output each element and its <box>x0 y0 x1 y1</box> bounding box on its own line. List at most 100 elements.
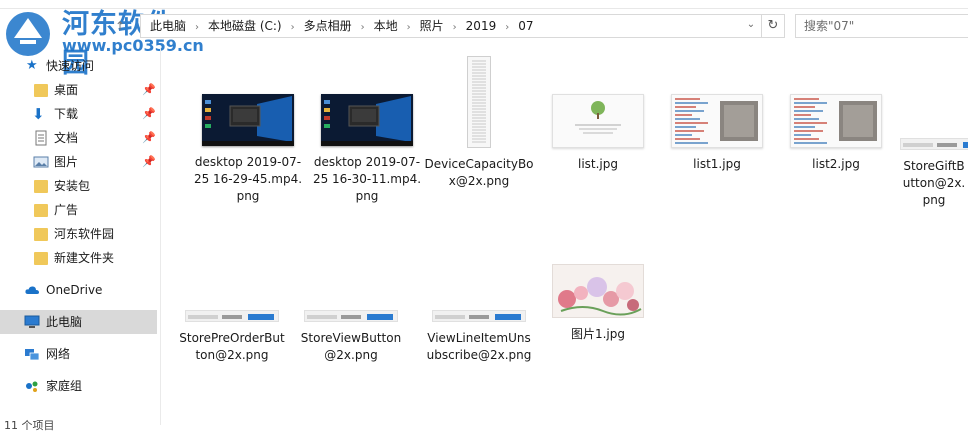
nav-quick-access[interactable]: ★ 快速访问 <box>0 54 157 78</box>
file-name: StorePreOrderButton@2x.png <box>179 331 285 362</box>
file-tile[interactable]: desktop 2019-07-25 16-29-45.mp4.png <box>193 94 303 205</box>
nav-item-label: 广告 <box>54 203 79 217</box>
tree-image-preview <box>575 101 621 134</box>
file-name: StoreViewButton@2x.png <box>300 331 402 362</box>
video-thumbnail <box>202 94 294 146</box>
folder-icon <box>34 228 48 241</box>
floral-image-preview <box>558 277 642 316</box>
nav-network-label: 网络 <box>46 347 71 361</box>
image-thumbnail <box>432 310 526 322</box>
file-tile[interactable]: list2.jpg <box>781 94 891 173</box>
up-arrow-icon[interactable]: ↑ <box>110 16 130 36</box>
file-name: desktop 2019-07-25 16-29-45.mp4.png <box>193 155 303 203</box>
computer-icon <box>24 315 40 328</box>
address-bar[interactable]: 此电脑 › 本地磁盘 (C:) › 多点相册 › 本地 › 照片 › 2019 › 07 <box>140 14 762 38</box>
pin-icon[interactable]: 📌 <box>142 78 156 102</box>
image-thumbnail <box>900 138 968 150</box>
nav-network[interactable]: 网络 <box>0 342 157 366</box>
breadcrumb-item[interactable]: 本地磁盘 (C:) <box>205 15 285 37</box>
folder-icon <box>34 204 48 217</box>
file-name: ViewLineItemUnsubscribe@2x.png <box>426 331 532 362</box>
breadcrumb-item[interactable]: 此电脑 <box>147 15 189 37</box>
refresh-button[interactable]: ↻ <box>762 14 785 38</box>
chevron-right-icon[interactable]: › <box>401 17 417 39</box>
folder-icon <box>34 180 48 193</box>
image-thumbnail <box>304 310 398 322</box>
homegroup-icon <box>26 381 38 392</box>
nav-item-5[interactable]: 安装包 <box>0 174 157 198</box>
breadcrumb-item[interactable]: 2019 <box>463 15 500 37</box>
nav-item-6[interactable]: 广告 <box>0 198 157 222</box>
image-thumbnail <box>552 264 644 318</box>
chevron-right-icon[interactable]: › <box>499 17 515 39</box>
nav-item-4[interactable]: 图片 📌 <box>0 150 157 174</box>
pin-icon[interactable]: 📌 <box>142 150 156 174</box>
chevron-right-icon[interactable]: › <box>285 17 301 39</box>
nav-item-7[interactable]: 河东软件园 <box>0 222 157 246</box>
pin-icon[interactable]: 📌 <box>142 126 156 150</box>
nav-item-8[interactable]: 新建文件夹 <box>0 246 157 270</box>
picture-icon <box>33 156 49 168</box>
nav-item-label: 安装包 <box>54 179 91 193</box>
folder-icon <box>34 252 48 265</box>
file-tile[interactable]: list1.jpg <box>662 94 772 173</box>
file-tile[interactable]: ViewLineItemUnsubscribe@2x.png <box>424 310 534 364</box>
chevron-right-icon[interactable]: › <box>189 17 205 39</box>
download-icon: ⬇ <box>32 105 45 123</box>
image-thumbnail <box>790 94 882 148</box>
star-icon: ★ <box>26 58 38 73</box>
nav-homegroup-label: 家庭组 <box>46 379 83 393</box>
breadcrumb-item[interactable]: 照片 <box>417 15 447 37</box>
network-icon <box>25 349 40 361</box>
tall-image-preview <box>472 60 486 143</box>
address-row: ↑ 此电脑 › 本地磁盘 (C:) › 多点相册 › 本地 › 照片 › 2019 › 07 ⌄ ↻ 搜… <box>0 10 968 42</box>
file-name: StoreGiftButton@2x.png <box>902 159 966 207</box>
nav-item-2[interactable]: ⬇ 下载 📌 <box>0 102 157 126</box>
file-tile[interactable]: desktop 2019-07-25 16-30-11.mp4.png <box>312 94 422 205</box>
nav-item-label: 新建文件夹 <box>54 251 115 265</box>
file-tile[interactable]: DeviceCapacityBox@2x.png <box>424 56 534 190</box>
file-tile[interactable]: 图片1.jpg <box>543 264 653 343</box>
nav-onedrive-label: OneDrive <box>46 283 103 297</box>
nav-homegroup[interactable]: 家庭组 <box>0 374 157 398</box>
address-dropdown-icon[interactable]: ⌄ <box>742 14 760 36</box>
nav-item-label: 桌面 <box>54 83 79 97</box>
nav-item-1[interactable]: 桌面 📌 <box>0 78 157 102</box>
chevron-right-icon[interactable]: › <box>447 17 463 39</box>
breadcrumb: 此电脑 › 本地磁盘 (C:) › 多点相册 › 本地 › 照片 › 2019 › 07 <box>147 15 537 37</box>
file-tile[interactable]: StoreViewButton@2x.png <box>296 310 406 364</box>
refresh-icon: ↻ <box>767 18 779 33</box>
file-tile[interactable]: StorePreOrderButton@2x.png <box>177 310 287 364</box>
code-image-preview <box>675 98 758 144</box>
nav-item-label: 图片 <box>54 155 79 169</box>
video-thumbnail <box>321 94 413 146</box>
file-name: 图片1.jpg <box>570 327 626 341</box>
chevron-right-icon[interactable]: › <box>355 17 371 39</box>
image-thumbnail <box>467 56 491 148</box>
file-name: list.jpg <box>577 157 618 171</box>
pin-icon[interactable]: 📌 <box>142 102 156 126</box>
cloud-icon <box>25 286 39 294</box>
file-name: desktop 2019-07-25 16-30-11.mp4.png <box>312 155 422 203</box>
nav-item-label: 下载 <box>54 107 79 121</box>
image-thumbnail <box>552 94 644 148</box>
strip-image-preview <box>307 314 393 320</box>
nav-item-label: 河东软件园 <box>54 227 115 241</box>
nav-item-3[interactable]: 文档 📌 <box>0 126 157 150</box>
breadcrumb-item[interactable]: 多点相册 <box>301 15 355 37</box>
search-placeholder: 搜索"07" <box>804 19 855 33</box>
file-tile[interactable]: list.jpg <box>543 94 653 173</box>
breadcrumb-item[interactable]: 本地 <box>371 15 401 37</box>
breadcrumb-item[interactable]: 07 <box>515 15 536 37</box>
nav-onedrive[interactable]: OneDrive <box>0 278 157 302</box>
file-name: DeviceCapacityBox@2x.png <box>424 157 534 188</box>
file-name: list2.jpg <box>812 157 860 171</box>
search-input[interactable]: 搜索"07" <box>795 14 968 38</box>
strip-image-preview <box>435 314 521 320</box>
nav-this-pc[interactable]: 此电脑 <box>0 310 157 334</box>
nav-this-pc-label: 此电脑 <box>46 315 83 329</box>
desktop-preview <box>202 94 294 146</box>
file-tile[interactable]: StoreGiftButton@2x.png <box>900 138 968 209</box>
code-image-preview <box>794 98 877 144</box>
desktop-preview <box>321 94 413 146</box>
